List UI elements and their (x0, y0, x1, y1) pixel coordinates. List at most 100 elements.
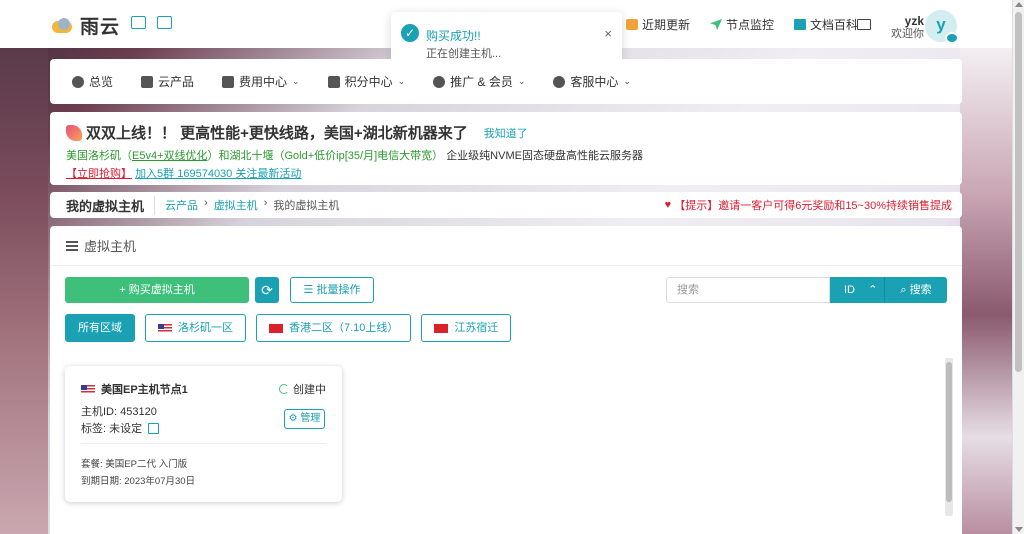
promo-link[interactable]: E5v4+双线优化 (132, 150, 208, 162)
tag-text: 标签: 未设定 (81, 423, 143, 435)
top-nav-label: 近期更新 (641, 18, 690, 32)
nav-item-overview[interactable]: 总览 (72, 73, 113, 90)
page-title: 我的虚拟主机 (66, 195, 156, 215)
announcement-banner: 双双上线！！ 更高性能+更快线路，美国+湖北新机器来了 我知道了 美国洛杉矶（E… (50, 112, 962, 185)
mail-icon[interactable] (857, 19, 871, 30)
nav-label: 客服中心 (570, 75, 619, 89)
nav-item-support[interactable]: 客服中心 ⌄ (553, 73, 631, 90)
wallet-icon (222, 75, 235, 88)
dismiss-link[interactable]: 我知道了 (484, 125, 528, 141)
line-text: 企业级纯NVME固态硬盘高性能云服务器 (446, 150, 643, 162)
panel-heading: 虚拟主机 (84, 239, 137, 254)
user-info[interactable]: yzk 欢迎你 (891, 15, 924, 41)
batch-operation-button[interactable]: ☰ 批量操作 (290, 277, 374, 303)
refresh-button[interactable]: ⟳ (255, 277, 279, 303)
headset-icon (553, 75, 566, 88)
host-plan: 套餐: 美国EP二代 入门版 (81, 459, 188, 470)
search-field-select[interactable]: ID ⌃ (830, 277, 884, 303)
buy-now-link[interactable]: 【立即抢购】 (66, 168, 132, 180)
username: yzk (904, 14, 924, 28)
announcement-line-2: 美国洛杉矶（E5v4+双线优化）和湖北十堰（Gold+低价ip[35/月]电信大… (66, 147, 946, 163)
host-id: 主机ID: 453120 (81, 406, 157, 418)
search-label: 搜索 (909, 284, 932, 296)
chevron-down-icon: ⌄ (292, 76, 300, 86)
us-flag-icon (158, 323, 172, 333)
page-scrollbar[interactable] (1012, 0, 1024, 534)
search-field-value: ID (844, 284, 855, 296)
nav-item-promotion[interactable]: 推广 & 会员 ⌄ (433, 73, 525, 90)
region-los-angeles[interactable]: 洛杉矶一区 (145, 314, 246, 342)
tip-text: 【提示】邀请一客户可得6元奖励和15~30%持续销售提成 (674, 200, 952, 212)
nav-item-cloud-products[interactable]: 云产品 (141, 73, 194, 90)
rocket-icon (66, 124, 82, 141)
breadcrumb-item[interactable]: 虚拟主机 (214, 197, 258, 213)
scroll-thumb[interactable] (1015, 12, 1022, 372)
chevron-down-icon: ⌄ (623, 76, 631, 86)
image-icon[interactable] (131, 16, 146, 29)
manage-label: 管理 (300, 413, 321, 424)
nav-label: 推广 & 会员 (450, 75, 513, 89)
host-name: 美国EP主机节点1 (81, 381, 188, 397)
nav-label: 费用中心 (239, 75, 288, 89)
search-button[interactable]: ⌕ 搜索 (884, 277, 947, 303)
brand-name: 雨云 (80, 17, 121, 38)
gear-icon: ⚙ (288, 413, 298, 424)
scroll-up-icon[interactable] (1015, 2, 1023, 7)
users-icon (433, 75, 446, 88)
region-label: 洛杉矶一区 (178, 322, 233, 334)
nav-item-billing[interactable]: 费用中心 ⌄ (222, 73, 300, 90)
nav-label: 积分中心 (344, 75, 393, 89)
spinner-icon (279, 384, 289, 394)
toast-title: 购买成功!! (426, 29, 481, 43)
region-hongkong[interactable]: 香港二区（7.10上线） (256, 314, 412, 342)
chevron-up-icon: ⌃ (868, 284, 878, 296)
brand-logo[interactable]: 雨云 (50, 12, 120, 39)
avatar-letter: y (936, 15, 946, 34)
region-filter: 所有区域 洛杉矶一区 香港二区（7.10上线） 江苏宿迁 (65, 314, 512, 342)
list-icon: ☰ (303, 284, 314, 296)
main-nav: 总览 云产品 费用中心 ⌄ 积分中心 ⌄ 推广 & 会员 ⌄ 客服中心 ⌄ (50, 59, 962, 104)
buy-vhost-button[interactable]: + 购买虚拟主机 (65, 277, 249, 303)
send-icon (709, 19, 722, 30)
translate-icon[interactable] (157, 16, 172, 29)
heart-icon: ♥ (664, 199, 672, 211)
top-nav-item-monitor[interactable]: 节点监控 (709, 16, 774, 33)
panel-header: 虚拟主机 (50, 226, 962, 266)
region-label: 江苏宿迁 (454, 322, 499, 334)
search-input[interactable]: 搜索 (666, 277, 830, 303)
nav-label: 总览 (89, 75, 114, 89)
top-nav-item-docs[interactable]: 文档百科 (793, 16, 858, 33)
list-scrollbar[interactable] (945, 358, 953, 516)
announcement-icon (625, 19, 638, 30)
breadcrumb: 云产品 › 虚拟主机 › 我的虚拟主机 (165, 197, 339, 213)
edit-icon[interactable] (148, 422, 160, 434)
nav-label: 云产品 (158, 75, 195, 89)
breadcrumb-bar: 我的虚拟主机 云产品 › 虚拟主机 › 我的虚拟主机 ♥ 【提示】邀请一客户可得… (50, 192, 962, 218)
region-suqian[interactable]: 江苏宿迁 (421, 314, 512, 342)
search-icon: ⌕ (900, 284, 907, 296)
host-card[interactable]: 美国EP主机节点1 创建中 主机ID: 453120 标签: 未设定 ⚙ 管理 … (65, 366, 342, 502)
chevron-down-icon: ⌄ (517, 76, 526, 86)
group-link[interactable]: 加入5群 169574030 关注最新活动 (135, 168, 301, 180)
list-scroll-thumb[interactable] (946, 362, 952, 502)
top-nav-item-updates[interactable]: 近期更新 (625, 16, 690, 33)
dashboard-icon (72, 75, 84, 88)
chevron-down-icon: ⌄ (397, 76, 406, 86)
host-name-text: 美国EP主机节点1 (101, 384, 188, 396)
book-icon (793, 19, 806, 30)
chat-bubble-icon (945, 32, 959, 44)
hk-flag-icon (269, 323, 283, 333)
region-all[interactable]: 所有区域 (65, 314, 135, 342)
top-nav: 近期更新 节点监控 文档百科 (625, 16, 858, 33)
nav-item-points[interactable]: 积分中心 ⌄ (327, 73, 406, 90)
breadcrumb-item[interactable]: 云产品 (165, 197, 198, 213)
manage-button[interactable]: ⚙ 管理 (284, 409, 325, 429)
vhost-panel: 虚拟主机 + 购买虚拟主机 ⟳ ☰ 批量操作 搜索 ID ⌃ ⌕ 搜索 所有区域… (50, 226, 962, 534)
breadcrumb-separator: › (263, 197, 268, 209)
host-tag: 标签: 未设定 (81, 420, 160, 436)
avatar[interactable]: y (925, 10, 959, 44)
scroll-down-icon[interactable] (1015, 527, 1023, 532)
breadcrumb-item: 我的虚拟主机 (273, 200, 340, 212)
close-icon[interactable]: × (604, 26, 612, 41)
status-text: 创建中 (293, 384, 326, 396)
